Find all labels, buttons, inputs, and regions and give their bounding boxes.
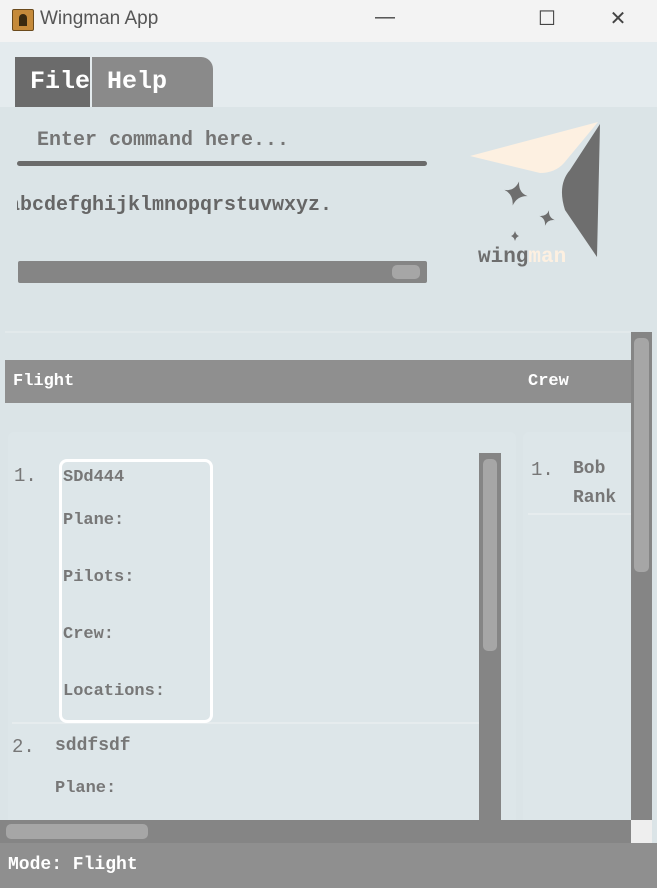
- minimize-button[interactable]: —: [370, 6, 400, 29]
- result-display: abcdefghijklmnopqrstuvwxyz.: [17, 170, 427, 260]
- flight-header: Flight: [13, 372, 75, 391]
- scrollbar-thumb[interactable]: [392, 265, 420, 279]
- flight-index: 1.: [14, 465, 37, 487]
- flight-code: SDd444: [63, 468, 125, 487]
- scrollbar-thumb[interactable]: [634, 338, 649, 572]
- crew-rank: Rank: [573, 488, 617, 508]
- command-input[interactable]: [17, 120, 427, 160]
- app-icon: [12, 9, 34, 31]
- flight-code: sddfsdf: [55, 736, 131, 756]
- flight-index: 2.: [12, 736, 35, 758]
- scrollbar-thumb[interactable]: [483, 459, 497, 651]
- close-button[interactable]: ✕: [603, 6, 633, 31]
- flight-pilots: Pilots:: [63, 568, 135, 587]
- crew-index: 1.: [531, 459, 554, 481]
- menu-help[interactable]: Help: [92, 57, 213, 107]
- divider: [5, 331, 631, 333]
- scrollbar-corner: [631, 820, 652, 843]
- mode-status: Mode: Flight: [8, 855, 138, 875]
- scrollbar-thumb[interactable]: [6, 824, 148, 839]
- star-icon: [511, 231, 519, 241]
- command-underline: [17, 161, 427, 166]
- main-vertical-scrollbar[interactable]: [631, 332, 652, 843]
- main-horizontal-scrollbar[interactable]: [0, 820, 631, 843]
- flight-plane: Plane:: [55, 779, 117, 798]
- svg-text:wingman: wingman: [478, 246, 566, 269]
- flight-list-scrollbar[interactable]: [479, 453, 501, 820]
- flight-locations: Locations:: [63, 682, 166, 701]
- wingman-logo: wingman: [470, 122, 600, 269]
- result-horizontal-scrollbar[interactable]: [18, 261, 427, 283]
- result-text: abcdefghijklmnopqrstuvwxyz.: [17, 194, 333, 217]
- window-title: Wingman App: [40, 8, 159, 29]
- status-bar: Mode: Flight: [0, 843, 657, 888]
- flight-crew: Crew:: [63, 625, 115, 644]
- logo-text-dark: wing: [478, 246, 528, 269]
- logo-text-light: man: [528, 246, 566, 269]
- crew-header: Crew: [528, 372, 569, 391]
- flight-plane: Plane:: [63, 511, 125, 530]
- star-icon: [539, 210, 555, 226]
- maximize-button[interactable]: ☐: [532, 6, 562, 31]
- crew-name: Bob: [573, 459, 606, 479]
- menu-file[interactable]: File: [15, 57, 90, 107]
- star-icon: [504, 181, 528, 206]
